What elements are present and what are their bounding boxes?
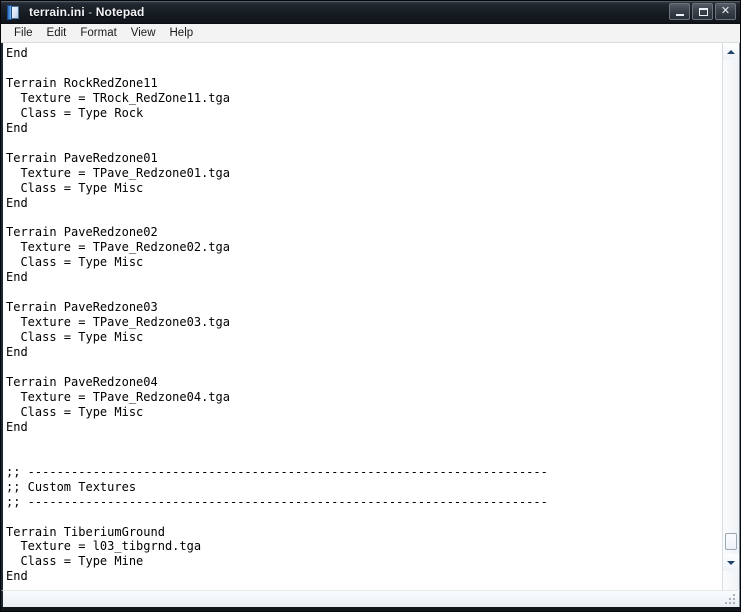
window-title: terrain.ini - Notepad bbox=[29, 5, 144, 19]
chevron-up-icon bbox=[727, 49, 735, 54]
maximize-button[interactable] bbox=[692, 3, 713, 20]
menu-item-edit[interactable]: Edit bbox=[40, 26, 74, 41]
menu-item-help[interactable]: Help bbox=[163, 26, 201, 41]
scroll-up-arrow[interactable] bbox=[723, 43, 739, 60]
close-icon: ✕ bbox=[720, 5, 731, 17]
resize-grip[interactable] bbox=[725, 594, 737, 606]
minimize-icon bbox=[676, 14, 684, 16]
title-file-name: terrain.ini bbox=[29, 5, 85, 19]
chevron-down-icon bbox=[727, 560, 735, 565]
bottom-strip bbox=[1, 590, 740, 607]
notepad-window: terrain.ini - Notepad ✕ File Edit Format… bbox=[0, 0, 741, 612]
maximize-icon bbox=[699, 8, 708, 16]
scroll-thumb[interactable] bbox=[725, 533, 737, 550]
scroll-down-arrow[interactable] bbox=[723, 554, 739, 571]
menu-bar: File Edit Format View Help bbox=[1, 24, 740, 43]
editor-text-before-caret: End Terrain RockRedZone11 Texture = TRoc… bbox=[6, 46, 548, 584]
title-separator: - bbox=[84, 5, 96, 19]
title-app-name: Notepad bbox=[95, 5, 145, 19]
text-editor[interactable]: End Terrain RockRedZone11 Texture = TRoc… bbox=[3, 43, 722, 590]
menu-item-format[interactable]: Format bbox=[73, 26, 123, 41]
close-button[interactable]: ✕ bbox=[715, 3, 736, 20]
window-bottom-edge bbox=[1, 607, 740, 611]
editor-region: End Terrain RockRedZone11 Texture = TRoc… bbox=[1, 43, 740, 590]
notepad-document-icon bbox=[7, 4, 22, 20]
menu-item-file[interactable]: File bbox=[7, 26, 40, 41]
title-bar[interactable]: terrain.ini - Notepad ✕ bbox=[1, 1, 740, 24]
caption-button-group: ✕ bbox=[669, 3, 736, 20]
menu-item-view[interactable]: View bbox=[124, 26, 163, 41]
minimize-button[interactable] bbox=[669, 3, 690, 20]
editor-text-content: End Terrain RockRedZone11 Texture = TRoc… bbox=[6, 46, 722, 590]
vertical-scrollbar[interactable] bbox=[722, 43, 739, 590]
